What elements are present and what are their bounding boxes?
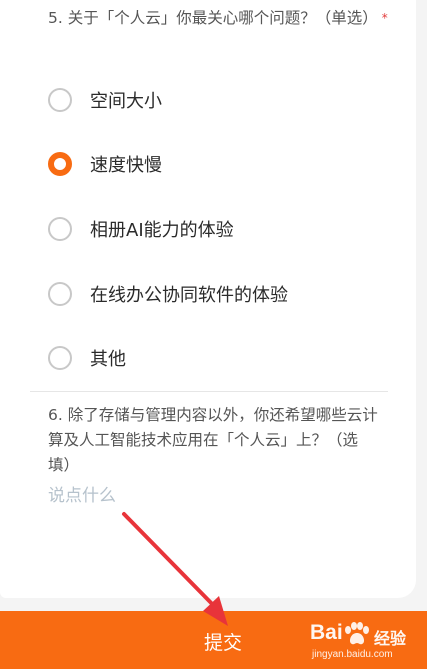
radio-button[interactable] bbox=[48, 88, 72, 112]
option-label: 在线办公协同软件的体验 bbox=[90, 285, 288, 306]
option-online-office[interactable]: 在线办公协同软件的体验 bbox=[48, 279, 288, 309]
option-space-size[interactable]: 空间大小 bbox=[48, 85, 162, 115]
survey-card: 5. 关于「个人云」你最关心哪个问题？（单选） * 空间大小 速度快慢 相册AI能… bbox=[0, 0, 416, 598]
question-5-text: 5. 关于「个人云」你最关心哪个问题？（单选） bbox=[48, 9, 378, 27]
watermark-brand: Bai bbox=[310, 621, 343, 644]
option-label: 空间大小 bbox=[90, 91, 162, 112]
option-speed[interactable]: 速度快慢 bbox=[48, 149, 162, 179]
option-label: 相册AI能力的体验 bbox=[90, 220, 234, 241]
paw-icon bbox=[345, 622, 369, 645]
option-other[interactable]: 其他 bbox=[48, 343, 126, 373]
radio-button[interactable] bbox=[48, 282, 72, 306]
option-label: 其他 bbox=[90, 349, 126, 370]
question-6-title: 6. 除了存储与管理内容以外，你还希望哪些云计算及人工智能技术应用在「个人云」上… bbox=[48, 406, 378, 474]
bottom-bar: 提交 Bai 经验 jingyan.baidu.com bbox=[0, 611, 427, 669]
question-5-title: 5. 关于「个人云」你最关心哪个问题？（单选） * bbox=[48, 6, 388, 31]
watermark-brand-cn: 经验 bbox=[374, 629, 407, 648]
baidu-jingyan-watermark: Bai 经验 jingyan.baidu.com bbox=[308, 617, 424, 667]
option-album-ai[interactable]: 相册AI能力的体验 bbox=[48, 214, 234, 244]
radio-button[interactable] bbox=[48, 346, 72, 370]
radio-button[interactable] bbox=[48, 217, 72, 241]
option-label: 速度快慢 bbox=[90, 155, 162, 176]
question-6-input[interactable] bbox=[48, 482, 368, 510]
divider bbox=[30, 391, 388, 392]
required-mark: * bbox=[381, 11, 388, 25]
submit-button[interactable]: 提交 bbox=[168, 625, 278, 657]
watermark-url: jingyan.baidu.com bbox=[312, 649, 393, 660]
radio-button-selected[interactable] bbox=[48, 152, 72, 176]
